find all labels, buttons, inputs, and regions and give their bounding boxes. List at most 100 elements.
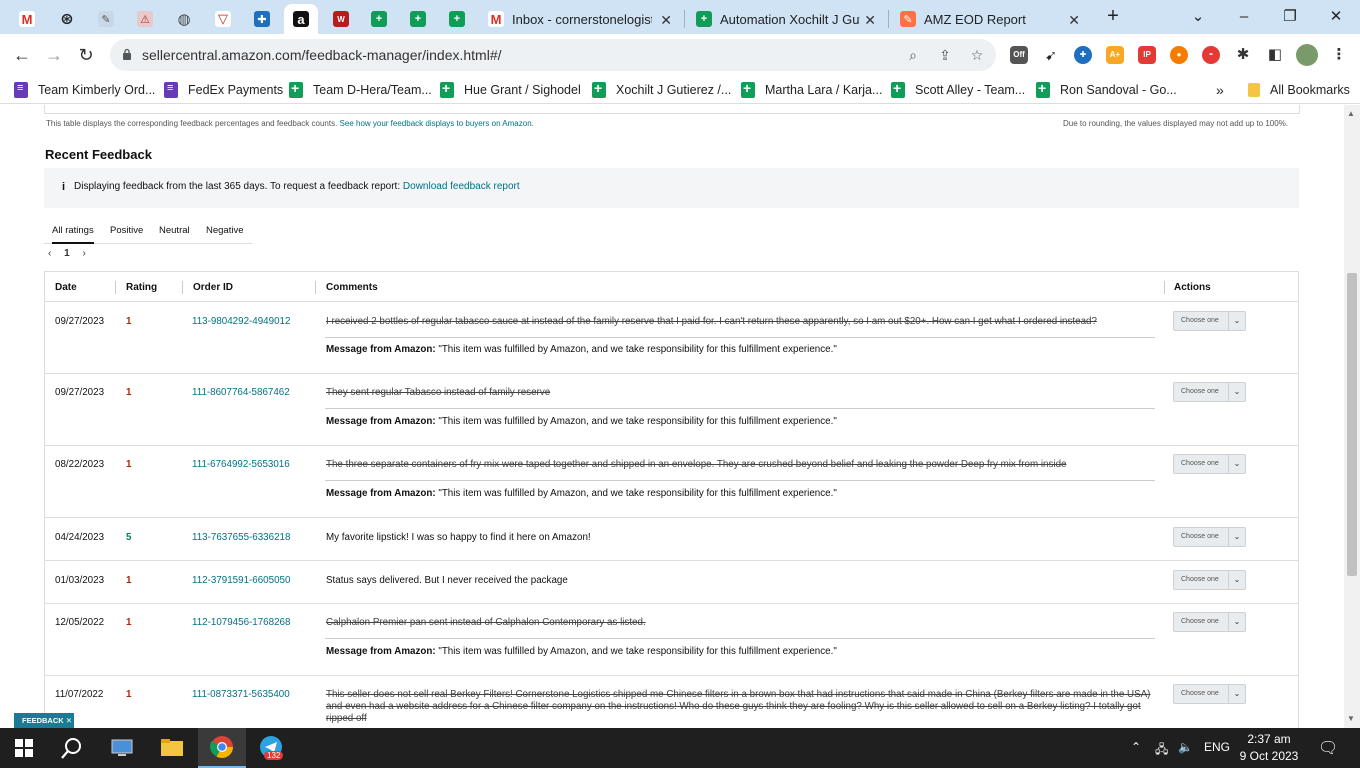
zoom-icon[interactable]: ⌕ <box>904 46 922 64</box>
close-icon[interactable]: ✕ <box>660 12 672 29</box>
search-icon[interactable] <box>48 728 96 768</box>
back-arrow-icon[interactable]: ← <box>10 43 34 67</box>
next-page-button[interactable]: › <box>82 248 85 259</box>
page-scrollbar[interactable]: ▲ ▼ <box>1344 105 1360 728</box>
extension-off-icon[interactable]: Off <box>1010 46 1028 64</box>
maximize-button[interactable]: ❐ <box>1278 5 1302 29</box>
bookmark-star-icon[interactable]: ☆ <box>968 46 986 64</box>
tab-ext-e[interactable]: W <box>326 4 356 34</box>
tab-amz-eod[interactable]: ✎ AMZ EOD Report ✕ <box>890 4 1090 34</box>
chevron-down-icon: ⌄ <box>1228 528 1245 546</box>
tab-ext-c[interactable]: ▽ <box>208 4 238 34</box>
scrollbar-thumb[interactable] <box>1347 273 1357 576</box>
network-icon[interactable]: 🖧 <box>1155 740 1168 761</box>
order-id-link[interactable]: 113-7637655-6336218 <box>192 532 290 543</box>
share-icon[interactable]: ⇪ <box>936 46 954 64</box>
feedback-badge-button[interactable]: FEEDBACK ✕ <box>14 713 74 728</box>
order-id-link[interactable]: 111-8607764-5867462 <box>192 387 290 398</box>
close-icon[interactable]: ✕ <box>864 12 876 29</box>
tab-ext-d[interactable]: ✚ <box>247 4 277 34</box>
side-panel-icon[interactable]: ◧ <box>1266 46 1284 64</box>
tab-automation[interactable]: + Automation Xochilt J Gutie ✕ <box>686 4 886 34</box>
bookmark-label: Hue Grant / Sighodel <box>464 83 581 97</box>
bookmark-item[interactable]: Hue Grant / Sighodel <box>440 80 581 99</box>
action-select[interactable]: Choose one ⌄ <box>1173 454 1246 474</box>
scroll-down-arrow-icon[interactable]: ▼ <box>1347 714 1355 723</box>
minimize-button[interactable]: – <box>1232 5 1256 29</box>
action-select[interactable]: Choose one ⌄ <box>1173 527 1246 547</box>
pokeball-extension-icon[interactable]: ◓ <box>1202 46 1220 64</box>
bookmark-item[interactable]: Team Kimberly Ord... <box>14 81 155 99</box>
action-select[interactable]: Choose one ⌄ <box>1173 570 1246 590</box>
order-id-link[interactable]: 113-9804292-4949012 <box>192 316 290 327</box>
feedback-display-link[interactable]: See how your feedback displays to buyers… <box>340 119 534 128</box>
tab-sheets-3[interactable]: + <box>442 4 472 34</box>
current-page[interactable]: 1 <box>64 248 70 259</box>
puzzle-extensions-icon[interactable]: ✱ <box>1234 46 1252 64</box>
bookmark-item[interactable]: Xochilt J Gutierez /... <box>592 80 731 99</box>
tab-search-chevron-icon[interactable]: ⌄ <box>1186 5 1210 29</box>
tab-ext-b[interactable]: ⚠ <box>130 4 160 34</box>
kebab-menu-icon[interactable]: ⋮ <box>1330 46 1348 64</box>
all-bookmarks-button[interactable]: All Bookmarks <box>1248 81 1350 99</box>
telegram-icon[interactable] <box>248 728 296 768</box>
tab-neutral[interactable]: Neutral <box>159 225 190 236</box>
chevron-down-icon: ⌄ <box>1228 613 1245 631</box>
clock[interactable]: 2:37 am 9 Oct 2023 <box>1238 731 1300 765</box>
file-explorer-icon[interactable] <box>148 728 196 768</box>
bookmark-label: Team Kimberly Ord... <box>38 83 156 97</box>
extension-arrow-icon[interactable]: ➹ <box>1042 46 1060 64</box>
tab-gmail-pinned[interactable]: M <box>12 4 42 34</box>
bookmark-item[interactable]: FedEx Payments <box>164 81 283 99</box>
volume-icon[interactable]: 🔈 <box>1178 740 1193 754</box>
bookmark-item[interactable]: Ron Sandoval - Go... <box>1036 80 1177 99</box>
address-bar[interactable]: sellercentral.amazon.com/feedback-manage… <box>110 39 996 71</box>
tab-globe[interactable]: ◍ <box>169 4 199 34</box>
tab-inbox[interactable]: M Inbox - cornerstonelogisti ✕ <box>478 4 682 34</box>
ip-alert-extension-icon[interactable]: IP <box>1138 46 1156 64</box>
close-window-button[interactable]: ✕ <box>1324 5 1348 29</box>
reload-icon[interactable]: ↻ <box>74 43 98 67</box>
tab-sheets-2[interactable]: + <box>403 4 433 34</box>
message-divider <box>325 480 1155 481</box>
lifebuoy-extension-icon[interactable]: ✚ <box>1074 46 1092 64</box>
order-id-link[interactable]: 111-0873371-5635400 <box>192 689 290 700</box>
action-select[interactable]: Choose one ⌄ <box>1173 382 1246 402</box>
tab-ext-a[interactable]: ✎ <box>91 4 121 34</box>
chrome-icon[interactable] <box>198 728 246 768</box>
ratings-table-bottom-edge <box>44 105 1300 114</box>
action-select[interactable]: Choose one ⌄ <box>1173 311 1246 331</box>
bookmark-item[interactable]: Scott Alley - Team... <box>891 80 1025 99</box>
scroll-up-arrow-icon[interactable]: ▲ <box>1347 109 1355 118</box>
new-tab-button[interactable]: + <box>1102 6 1124 28</box>
action-select[interactable]: Choose one ⌄ <box>1173 612 1246 632</box>
order-id-link[interactable]: 112-1079456-1768268 <box>192 617 290 628</box>
desktop-app-icon[interactable] <box>98 728 146 768</box>
windows-start-icon[interactable] <box>0 728 48 768</box>
tab-negative[interactable]: Negative <box>206 225 244 236</box>
prev-page-button[interactable]: ‹ <box>48 248 51 259</box>
action-select[interactable]: Choose one ⌄ <box>1173 684 1246 704</box>
tab-title: Automation Xochilt J Gutie <box>720 11 860 27</box>
tab-sheets-1[interactable]: + <box>364 4 394 34</box>
tab-all-ratings[interactable]: All ratings <box>52 225 94 244</box>
order-id-link[interactable]: 112-3791591-6605050 <box>192 575 290 586</box>
order-id-link[interactable]: 111-6764992-5653016 <box>192 459 290 470</box>
tab-positive[interactable]: Positive <box>110 225 143 236</box>
scout-extension-icon[interactable]: A+ <box>1106 46 1124 64</box>
download-report-link[interactable]: Download feedback report <box>403 181 520 192</box>
profile-avatar[interactable] <box>1296 44 1318 66</box>
close-icon[interactable]: ✕ <box>1068 12 1080 29</box>
notification-center-icon[interactable]: 🗨 <box>1318 738 1338 758</box>
colorful-extension-icon[interactable]: ● <box>1170 46 1188 64</box>
ext-off-label: Off <box>1013 50 1025 59</box>
bookmarks-overflow-button[interactable]: » <box>1216 81 1224 99</box>
forward-arrow-icon[interactable]: → <box>42 43 66 67</box>
language-indicator[interactable]: ENG <box>1204 740 1230 754</box>
show-hidden-icons-chevron-icon[interactable]: ⌃ <box>1131 740 1141 754</box>
bookmark-item[interactable]: Team D-Hera/Team... <box>289 80 432 99</box>
bookmark-item[interactable]: Martha Lara / Karja... <box>741 80 882 99</box>
tab-openai[interactable]: ⊛ <box>52 4 82 34</box>
tab-amazon-active[interactable]: a <box>284 4 318 34</box>
action-select-label: Choose one <box>1181 618 1219 625</box>
